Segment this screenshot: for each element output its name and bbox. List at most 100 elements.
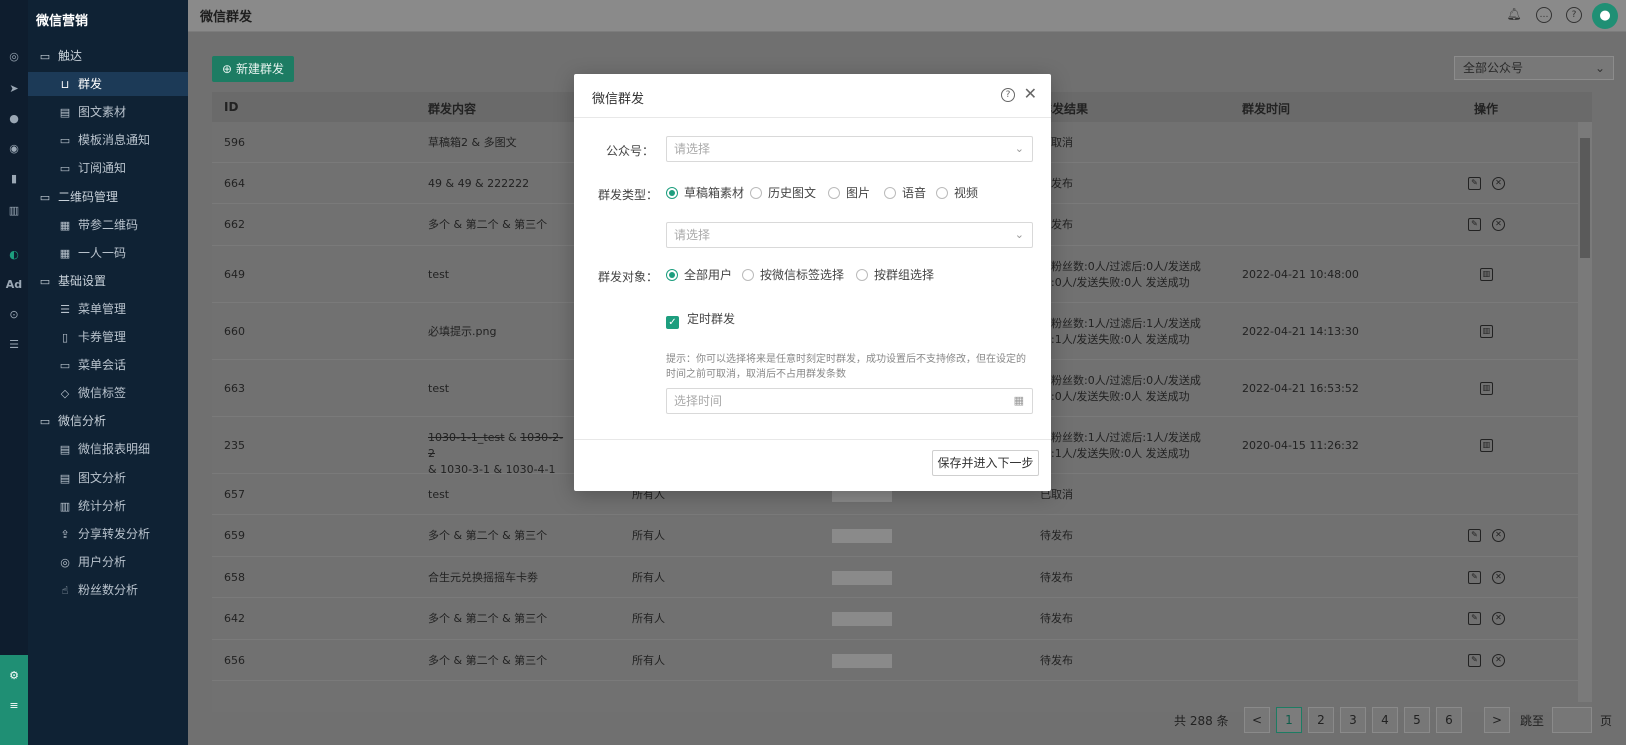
sidebar-item-label: 触达: [58, 49, 83, 63]
cancel-icon[interactable]: ✕: [1492, 653, 1505, 667]
close-icon[interactable]: ✕: [1024, 84, 1037, 103]
page-button[interactable]: 4: [1372, 707, 1398, 733]
tag-icon: ◇: [60, 387, 70, 401]
message-icon[interactable]: …: [1536, 7, 1552, 23]
sidebar-item[interactable]: ▭ 微信分析: [28, 409, 188, 433]
sidebar-item[interactable]: ▭ 基础设置: [28, 269, 188, 293]
edit-icon[interactable]: ✎: [1468, 570, 1481, 584]
pagination: 共 288 条 < 123456 > 跳至 页: [1174, 707, 1614, 733]
help-icon[interactable]: ?: [1566, 7, 1582, 23]
cell-id: 663: [224, 381, 245, 395]
sidebar-item[interactable]: ▦ 一人一码: [28, 241, 188, 265]
dashboard-icon[interactable]: ◎: [5, 48, 23, 66]
cell-id: 662: [224, 218, 245, 231]
bookmark-icon[interactable]: ▮: [5, 170, 23, 188]
page-next-button[interactable]: >: [1484, 707, 1510, 733]
sidebar-item[interactable]: ☰ 菜单管理: [28, 297, 188, 321]
account-select[interactable]: 请选择 ⌄: [666, 136, 1033, 162]
settings-icon[interactable]: ⚙: [5, 667, 23, 685]
page-button[interactable]: 3: [1340, 707, 1366, 733]
trash-icon[interactable]: ▥: [1480, 267, 1493, 281]
bell-icon[interactable]: 🔔︎: [1506, 7, 1522, 23]
page-button[interactable]: 5: [1404, 707, 1430, 733]
schedule-checkbox[interactable]: ✓ 定时群发: [666, 310, 735, 329]
account-filter-select[interactable]: 全部公众号 ⌄: [1454, 56, 1614, 80]
cell-content: 1030-1-1_test & 1030-2-2 & 1030-3-1 & 103…: [428, 430, 568, 478]
wechat-icon[interactable]: ◐: [5, 246, 23, 264]
jump-page-input[interactable]: [1552, 707, 1592, 733]
ad-icon[interactable]: Ad: [5, 276, 23, 294]
cancel-icon[interactable]: ✕: [1492, 176, 1505, 190]
sidebar-item[interactable]: ☝ 粉丝数分析: [28, 578, 188, 602]
user-icon[interactable]: ●: [5, 110, 23, 128]
sidebar-item[interactable]: ▭ 二维码管理: [28, 185, 188, 209]
sidebar-item-label: 微信标签: [78, 386, 127, 401]
time-picker-input[interactable]: 选择时间 ▦: [666, 388, 1033, 414]
cancel-icon[interactable]: ✕: [1492, 570, 1505, 584]
list-icon[interactable]: ☰: [5, 336, 23, 354]
radio-option[interactable]: 草稿箱素材: [666, 184, 744, 201]
trash-icon[interactable]: ▥: [1480, 438, 1493, 452]
cancel-icon[interactable]: ✕: [1492, 612, 1505, 625]
sidebar-item[interactable]: ▭ 触达: [28, 44, 188, 68]
edit-icon[interactable]: ✎: [1468, 529, 1481, 542]
radio-icon: [828, 187, 840, 199]
cell-id: 659: [224, 529, 245, 542]
sidebar-item[interactable]: ⇪ 分享转发分析: [28, 522, 188, 546]
cell-content: 49 & 49 & 222222: [428, 176, 530, 190]
radio-option[interactable]: 视频: [936, 184, 978, 201]
radio-option[interactable]: 图片: [828, 184, 870, 201]
send-icon[interactable]: ➤: [5, 80, 23, 98]
chart-icon[interactable]: ▥: [5, 202, 23, 220]
sidebar-item[interactable]: ◇ 微信标签: [28, 381, 188, 405]
page-button[interactable]: 2: [1308, 707, 1334, 733]
page-button[interactable]: 6: [1436, 707, 1462, 733]
cancel-icon[interactable]: ✕: [1492, 529, 1505, 542]
page-prev-button[interactable]: <: [1244, 707, 1270, 733]
sidebar-item[interactable]: ▭ 菜单会话: [28, 353, 188, 377]
sidebar-item[interactable]: ▦ 带参二维码: [28, 213, 188, 237]
cancel-icon[interactable]: ✕: [1492, 218, 1505, 231]
qrcode-icon: ▦: [59, 218, 71, 232]
edit-icon[interactable]: ✎: [1468, 176, 1481, 190]
edit-icon[interactable]: ✎: [1468, 218, 1481, 231]
cell-result: 待发布: [1040, 218, 1073, 231]
table-scrollbar[interactable]: [1578, 122, 1592, 702]
cell-result: 总粉丝数:1人/过滤后:1人/发送成功:1人/发送失败:0人 发送成功: [1040, 316, 1201, 346]
scrollbar-thumb[interactable]: [1580, 138, 1590, 258]
radio-option[interactable]: 语音: [884, 184, 926, 201]
save-next-button[interactable]: 保存并进入下一步: [932, 450, 1039, 476]
avatar[interactable]: ●: [1592, 3, 1618, 29]
help-icon[interactable]: ?: [1001, 88, 1015, 102]
sidebar-item[interactable]: ▯ 卡券管理: [28, 325, 188, 349]
expand-icon[interactable]: ≡: [5, 697, 23, 715]
sidebar-item-label: 图文素材: [78, 105, 127, 120]
edit-icon[interactable]: ✎: [1468, 653, 1481, 667]
mass-send-icon: ⊔: [60, 78, 70, 92]
radio-option[interactable]: 历史图文: [750, 184, 816, 201]
sidebar-item[interactable]: ▤ 图文素材: [28, 100, 188, 124]
cell-result: 已取消: [1040, 487, 1073, 501]
radio-option[interactable]: 全部用户: [666, 266, 732, 283]
trash-icon[interactable]: ▥: [1480, 324, 1493, 338]
page-button[interactable]: 1: [1276, 707, 1302, 733]
trash-icon[interactable]: ▥: [1480, 381, 1493, 395]
sidebar-item[interactable]: ▭ 模板消息通知: [28, 128, 188, 152]
edit-icon[interactable]: ✎: [1468, 612, 1481, 625]
sidebar-item[interactable]: ⊔ 群发: [28, 72, 188, 97]
radio-option[interactable]: 按微信标签选择: [742, 266, 844, 283]
cell-id: 657: [224, 487, 245, 501]
sidebar-item[interactable]: ▤ 微信报表明细: [28, 437, 188, 461]
new-mass-send-button[interactable]: ⊕ 新建群发: [212, 56, 294, 82]
target-icon[interactable]: ⊙: [5, 306, 23, 324]
sidebar-item[interactable]: ◎ 用户分析: [28, 550, 188, 574]
sidebar-item[interactable]: ▤ 图文分析: [28, 466, 188, 490]
cell-result: 待发布: [1040, 570, 1073, 584]
col-id: ID: [224, 100, 239, 114]
sidebar-item[interactable]: ▭ 订阅通知: [28, 156, 188, 180]
users-icon[interactable]: ◉: [5, 140, 23, 158]
cell-id: 656: [224, 653, 245, 667]
sidebar-item[interactable]: ▥ 统计分析: [28, 494, 188, 518]
material-select[interactable]: 请选择 ⌄: [666, 222, 1033, 248]
radio-option[interactable]: 按群组选择: [856, 266, 934, 283]
